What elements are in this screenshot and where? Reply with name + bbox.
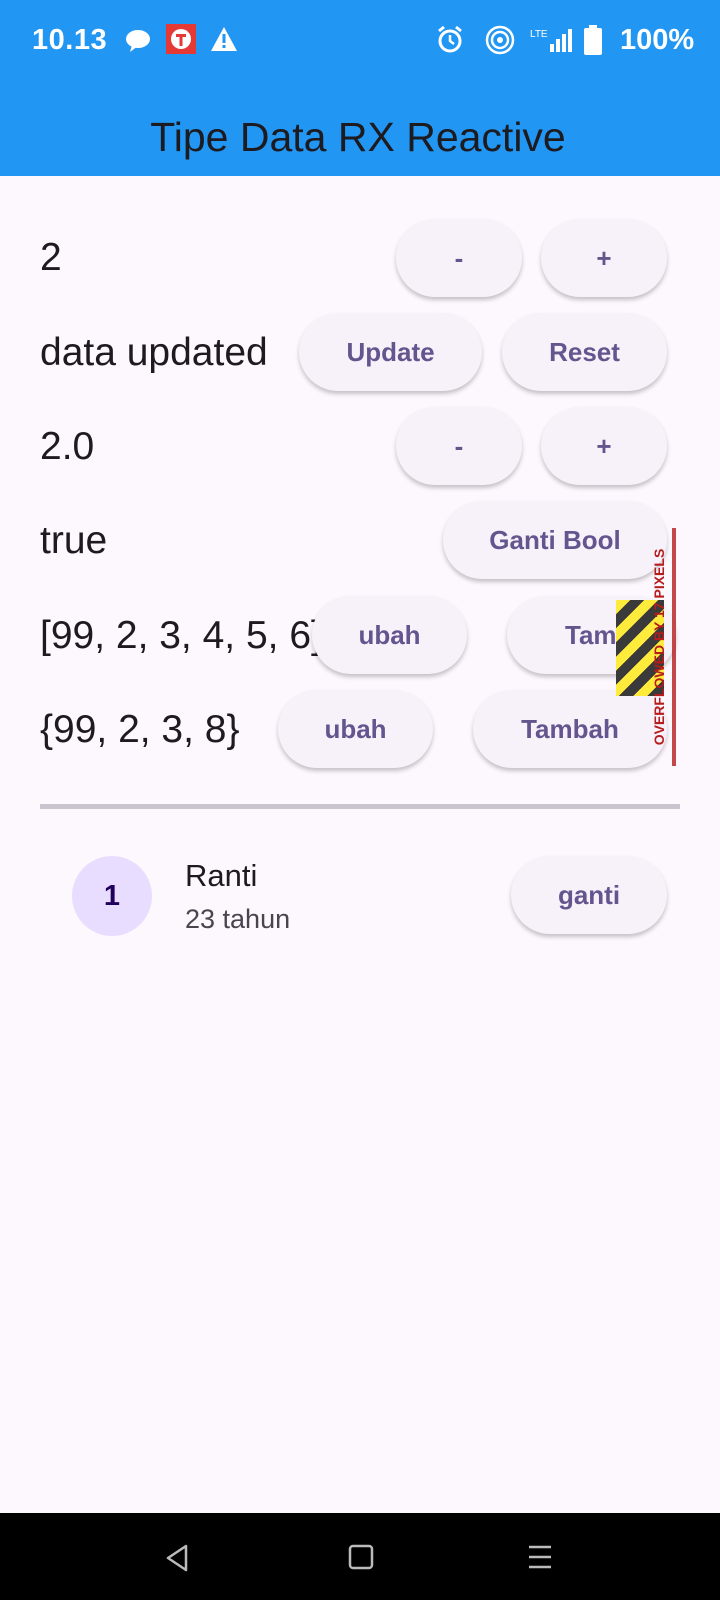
overflow-warning: OVERFLOWED BY 17 PIXELS — [643, 528, 675, 766]
int-decrement-button[interactable]: - — [396, 219, 522, 297]
t-app-icon — [166, 24, 196, 54]
hotspot-icon — [485, 25, 515, 55]
set-add-button[interactable]: Tambah — [473, 690, 667, 768]
list-value: [99, 2, 3, 4, 5, 6] — [40, 614, 322, 657]
status-bar: 10.13 LTE 100% — [0, 0, 720, 82]
avatar: 1 — [72, 856, 152, 936]
system-nav-bar — [0, 1513, 720, 1600]
lte-signal-icon: LTE — [530, 29, 572, 52]
string-value: data updated — [40, 331, 268, 374]
divider — [40, 804, 680, 809]
set-change-button[interactable]: ubah — [278, 690, 433, 768]
bool-value: true — [40, 519, 108, 562]
alarm-icon — [438, 25, 462, 53]
reset-button[interactable]: Reset — [502, 313, 667, 391]
double-value: 2.0 — [40, 425, 95, 468]
home-icon[interactable] — [348, 1543, 374, 1571]
toggle-bool-button[interactable]: Ganti Bool — [443, 501, 667, 579]
list-change-button[interactable]: ubah — [312, 596, 467, 674]
menu-icon[interactable] — [527, 1543, 553, 1571]
overflow-warning-text: OVERFLOWED BY 17 PIXELS — [651, 548, 667, 746]
warning-icon — [211, 27, 237, 51]
change-person-button[interactable]: ganti — [511, 856, 667, 934]
double-decrement-button[interactable]: - — [396, 407, 522, 485]
int-value: 2 — [40, 236, 62, 279]
double-increment-button[interactable]: + — [541, 407, 667, 485]
person-age: 23 tahun — [185, 904, 291, 934]
page-title: Tipe Data RX Reactive — [150, 114, 566, 160]
back-icon[interactable] — [164, 1543, 190, 1573]
set-value: {99, 2, 3, 8} — [40, 708, 240, 751]
status-time: 10.13 — [32, 24, 108, 56]
int-increment-button[interactable]: + — [541, 219, 667, 297]
chat-icon — [126, 30, 150, 52]
svg-text:LTE: LTE — [530, 29, 548, 40]
update-button[interactable]: Update — [299, 313, 482, 391]
battery-icon — [584, 25, 602, 55]
battery-percent: 100% — [620, 24, 695, 56]
person-name: Ranti — [185, 858, 258, 893]
